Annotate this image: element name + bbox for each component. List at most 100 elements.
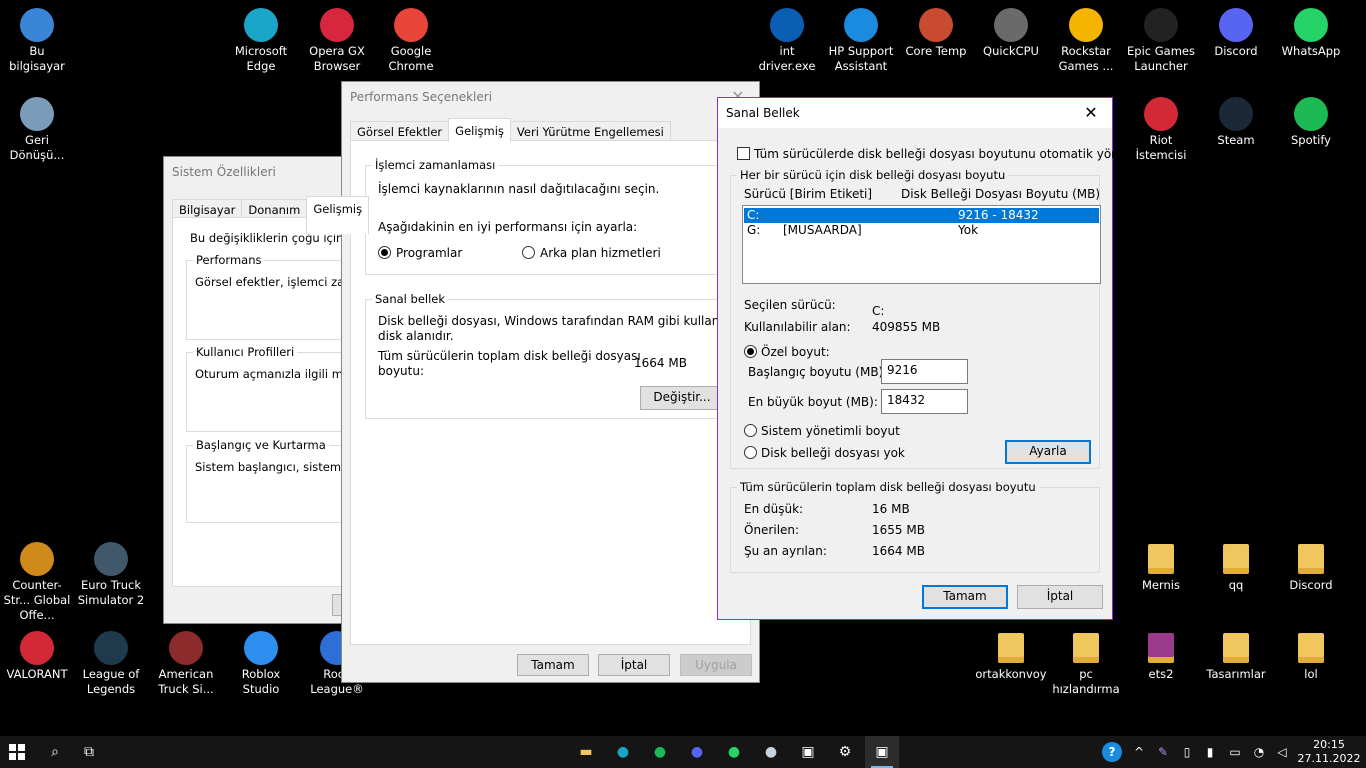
pen-icon[interactable]: ✎	[1155, 736, 1171, 768]
desktop-icon[interactable]: Google Chrome	[374, 8, 448, 74]
max-size-input[interactable]: 18432	[881, 389, 968, 414]
desktop-icon[interactable]: HP Support Assistant	[824, 8, 898, 74]
desktop-icon[interactable]: QuickCPU	[974, 8, 1048, 59]
desktop-icon[interactable]: Microsoft Edge	[224, 8, 298, 74]
desktop-icon[interactable]: ets2	[1124, 631, 1198, 682]
desktop-icon[interactable]: VALORANT	[0, 631, 74, 682]
settings-gear-icon[interactable]: ⚙	[828, 736, 862, 768]
clock[interactable]: 20:15 27.11.2022	[1297, 738, 1361, 766]
spotify-icon[interactable]: ●	[643, 736, 677, 768]
recycle-bin-icon	[20, 97, 54, 131]
desktop-icon[interactable]: Epic Games Launcher	[1124, 8, 1198, 74]
desktop-icon[interactable]: League of Legends	[74, 631, 148, 697]
auto-manage-checkbox[interactable]	[737, 147, 750, 160]
discord-icon	[1219, 8, 1253, 42]
tab-dep[interactable]: Veri Yürütme Engellemesi	[509, 121, 671, 142]
desktop-icon[interactable]: Rockstar Games ...	[1049, 8, 1123, 74]
desktop-icon[interactable]: Counter-Str... Global Offe...	[0, 542, 74, 623]
microphone-icon[interactable]: ▮	[1202, 736, 1218, 768]
task-view-icon[interactable]: ⧉	[72, 736, 106, 768]
desktop-icon[interactable]: Opera GX Browser	[300, 8, 374, 74]
whatsapp-icon[interactable]: ●	[717, 736, 751, 768]
performance-options-window: Performans Seçenekleri ✕ Görsel Efektler…	[341, 81, 766, 683]
desktop-icon-label: Discord	[1289, 578, 1333, 592]
cpu-adjust-text: Aşağıdakinin en iyi performansı için aya…	[378, 220, 638, 234]
drive-size: 9216 - 18432	[958, 208, 1039, 222]
system-properties-titlebar[interactable]: Sistem Özellikleri	[164, 157, 352, 187]
custom-size-radio[interactable]	[744, 345, 757, 358]
programs-radio[interactable]	[378, 246, 391, 259]
desktop-icon[interactable]: lol	[1274, 631, 1348, 682]
cancel-button[interactable]: İptal	[598, 654, 670, 676]
hp-icon	[770, 8, 804, 42]
start-button[interactable]	[0, 736, 34, 768]
desktop-icon[interactable]: Spotify	[1274, 97, 1348, 148]
desktop-icon[interactable]: Discord	[1274, 542, 1348, 593]
desktop-icon[interactable]: qq	[1199, 542, 1273, 593]
system-managed-label[interactable]: Sistem yönetimli boyut	[761, 424, 900, 438]
initial-size-input[interactable]: 9216	[881, 359, 968, 384]
desktop-icon[interactable]: Core Temp	[899, 8, 973, 59]
tab-visual-effects[interactable]: Görsel Efektler	[350, 121, 450, 142]
volume-icon[interactable]: ◁	[1274, 736, 1290, 768]
set-button[interactable]: Ayarla	[1005, 440, 1091, 464]
network-icon[interactable]: ◔	[1251, 736, 1267, 768]
desktop-icon-label: League of Legends	[82, 667, 140, 696]
cpu-scheduling-group: İşlemci zamanlaması İşlemci kaynaklarını…	[365, 158, 727, 275]
system-managed-radio[interactable]	[744, 424, 757, 437]
desktop-icon-label: Roblox Studio	[241, 667, 281, 696]
desktop-icon[interactable]: American Truck Si...	[149, 631, 223, 697]
chevron-up-icon[interactable]: ^	[1131, 736, 1147, 768]
desktop-icon[interactable]: ortakkonvoy	[974, 631, 1048, 682]
csgo-icon	[20, 542, 54, 576]
desktop-icon[interactable]: Roblox Studio	[224, 631, 298, 697]
virtual-memory-titlebar[interactable]: Sanal Bellek ✕	[718, 98, 1112, 128]
desktop-icon[interactable]: int driver.exe	[750, 8, 824, 74]
desktop-icon[interactable]: Tasarımlar	[1199, 631, 1273, 682]
tab-advanced[interactable]: Gelişmiş	[448, 118, 511, 142]
system-properties-icon[interactable]: ▣	[791, 736, 825, 768]
desktop-icon[interactable]: Riot İstemcisi	[1124, 97, 1198, 163]
power-icon[interactable]: ▭	[1226, 736, 1244, 768]
background-services-label[interactable]: Arka plan hizmetleri	[540, 246, 661, 260]
edge-icon[interactable]: ●	[606, 736, 640, 768]
tab-advanced[interactable]: Gelişmiş	[306, 196, 370, 234]
desktop-icon[interactable]: Geri Dönüşü...	[0, 97, 74, 163]
programs-label[interactable]: Programlar	[396, 246, 462, 260]
desktop-icon[interactable]: Mernis	[1124, 542, 1198, 593]
valorant-icon	[20, 631, 54, 665]
drive-row-c[interactable]: C: 9216 - 18432	[744, 208, 1099, 223]
change-button[interactable]: Değiştir...	[640, 386, 724, 410]
search-icon[interactable]: ⌕	[38, 736, 72, 768]
ok-button[interactable]: Tamam	[517, 654, 589, 676]
apply-button[interactable]: Uygula	[680, 654, 752, 676]
custom-size-label[interactable]: Özel boyut:	[761, 345, 830, 359]
steam-icon[interactable]: ●	[754, 736, 788, 768]
help-icon[interactable]: ?	[1100, 736, 1124, 768]
drive-letter: G:	[747, 223, 761, 237]
auto-manage-label[interactable]: Tüm sürücülerde disk belleği dosyası boy…	[754, 147, 1131, 161]
desktop-icon[interactable]: Discord	[1199, 8, 1273, 59]
user-profiles-group: Kullanıcı Profilleri Oturum açmanızla il…	[186, 345, 388, 432]
background-services-radio[interactable]	[522, 246, 535, 259]
close-icon[interactable]: ✕	[1070, 98, 1112, 128]
drive-list[interactable]: C: 9216 - 18432 G: [MUSAARDA] Yok	[742, 205, 1101, 284]
drive-row-g[interactable]: G: [MUSAARDA] Yok	[744, 223, 1099, 238]
desktop-icon[interactable]: pc hızlandırma	[1049, 631, 1123, 697]
cancel-button[interactable]: İptal	[1017, 585, 1103, 609]
desktop-icon[interactable]: Bu bilgisayar	[0, 8, 74, 74]
device-icon[interactable]: ▯	[1179, 736, 1195, 768]
performance-options-titlebar[interactable]: Performans Seçenekleri ✕	[342, 82, 759, 112]
desktop-icon[interactable]: WhatsApp	[1274, 8, 1348, 59]
whatsapp-icon	[1294, 8, 1328, 42]
desktop-icon-label: ortakkonvoy	[975, 667, 1047, 681]
performance-icon[interactable]: ▣	[865, 736, 899, 768]
desktop-icon[interactable]: Euro Truck Simulator 2	[74, 542, 148, 608]
drive-letter: C:	[747, 208, 760, 222]
file-explorer-icon[interactable]: ▬	[569, 736, 603, 768]
ok-button[interactable]: Tamam	[922, 585, 1008, 609]
discord-icon[interactable]: ●	[680, 736, 714, 768]
desktop-icon[interactable]: Steam	[1199, 97, 1273, 148]
no-paging-label[interactable]: Disk belleği dosyası yok	[761, 446, 905, 460]
no-paging-radio[interactable]	[744, 446, 757, 459]
